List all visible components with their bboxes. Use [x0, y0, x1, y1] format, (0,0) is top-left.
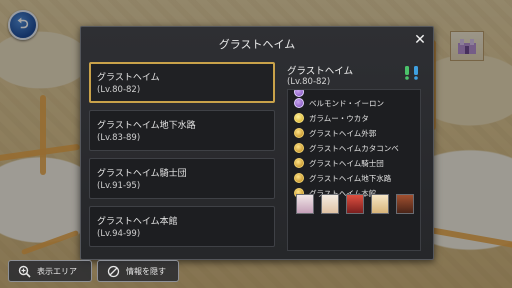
hide-info-button[interactable]: 情報を隠す — [97, 260, 179, 282]
dungeon-level: (Lv.91-95) — [97, 181, 141, 191]
quest-marker-icon[interactable] — [403, 66, 421, 80]
close-button[interactable]: ✕ — [411, 31, 429, 49]
mvp-portrait[interactable] — [296, 194, 314, 214]
monster-name: ガラムー・ウカタ — [309, 113, 369, 123]
dungeon-name: グラストヘイム騎士団 — [97, 169, 187, 179]
close-icon: ✕ — [414, 32, 426, 48]
monster-list-item: グラストヘイム外郭 — [294, 127, 376, 139]
dungeon-icon — [294, 128, 304, 138]
dungeon-level: (Lv.94-99) — [97, 229, 141, 239]
boss-monster-icon — [294, 98, 304, 108]
dungeon-level: (Lv.83-89) — [97, 133, 141, 143]
monster-name: グラストヘイム本館 — [309, 188, 377, 198]
monster-name: ベルモンド・イーロン — [309, 98, 384, 108]
dungeon-icon — [294, 143, 304, 153]
monster-icon — [294, 113, 304, 123]
dungeon-info-dialog: グラストヘイム ✕ グラストヘイム (Lv.80-82) グラストヘイム地下水路… — [80, 26, 434, 260]
dungeon-list-item[interactable]: グラストヘイム (Lv.80-82) — [89, 62, 275, 103]
dialog-title: グラストヘイム — [218, 38, 296, 51]
dungeon-list-item[interactable]: グラストヘイム騎士団 (Lv.91-95) — [89, 158, 275, 199]
dungeon-name: グラストヘイム本館 — [97, 217, 178, 227]
zoom-search-icon — [17, 264, 31, 278]
hide-info-label: 情報を隠す — [126, 266, 166, 276]
monster-list[interactable]: ベルモンド・イーロン ガラムー・ウカタ グラストヘイム外郭 グラストヘイムカタコ… — [287, 89, 421, 251]
monster-list-item: ベルモンド・イーロン — [294, 97, 384, 109]
monster-list-item: グラストヘイム地下水路 — [294, 172, 391, 184]
mvp-portrait[interactable] — [346, 194, 364, 214]
mvp-portrait[interactable] — [396, 194, 414, 214]
monster-name: グラストヘイム外郭 — [309, 128, 377, 138]
monster-icon — [294, 90, 304, 97]
dungeon-icon — [294, 173, 304, 183]
dungeon-name: グラストヘイム地下水路 — [97, 121, 196, 131]
detail-dungeon-level: (Lv.80-82) — [287, 77, 331, 87]
monster-name: グラストヘイムカタコンベ — [309, 143, 399, 153]
dungeon-list-item[interactable]: グラストヘイム本館 (Lv.94-99) — [89, 206, 275, 247]
monster-list-item: グラストヘイムカタコンベ — [294, 142, 399, 154]
monster-name: グラストヘイム騎士団 — [309, 158, 384, 168]
dungeon-name: グラストヘイム — [97, 73, 160, 83]
mvp-portrait[interactable] — [371, 194, 389, 214]
mvp-portrait[interactable] — [321, 194, 339, 214]
dungeon-level: (Lv.80-82) — [97, 85, 141, 95]
monster-name: グラストヘイム地下水路 — [309, 173, 392, 183]
display-area-button[interactable]: 表示エリア — [8, 260, 92, 282]
monster-list-item: グラストヘイム騎士団 — [294, 157, 384, 169]
dungeon-icon — [294, 158, 304, 168]
hide-icon — [106, 264, 120, 278]
dungeon-detail-panel: グラストヘイム (Lv.80-82) ベルモンド・イーロン ガラムー・ウカタ グ… — [283, 62, 423, 252]
display-area-label: 表示エリア — [37, 266, 77, 276]
monster-list-item: ガラムー・ウカタ — [294, 112, 369, 124]
dungeon-list-item[interactable]: グラストヘイム地下水路 (Lv.83-89) — [89, 110, 275, 151]
detail-dungeon-name: グラストヘイム — [287, 66, 354, 77]
